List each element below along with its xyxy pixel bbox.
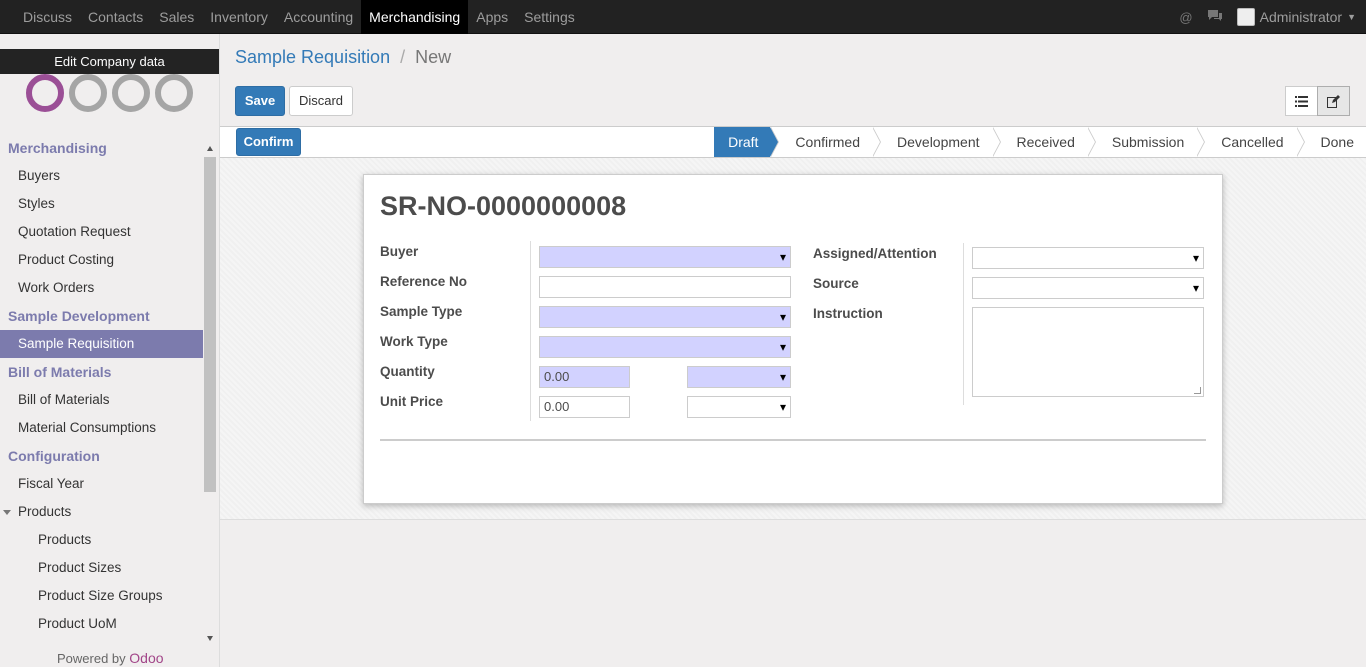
main-content: Sample Requisition / New Save Discard Co…	[220, 34, 1366, 667]
list-view-button[interactable]	[1285, 86, 1318, 116]
instruction-textarea[interactable]	[972, 307, 1204, 397]
breadcrumb: Sample Requisition / New	[235, 47, 451, 68]
menu-settings[interactable]: Settings	[516, 0, 583, 34]
section-sample-development: Sample Development	[8, 308, 150, 324]
user-name[interactable]: Administrator	[1260, 9, 1342, 25]
form-background: SR-NO-0000000008 Buyer Reference No Samp…	[220, 158, 1366, 520]
assigned-attention-select[interactable]	[972, 247, 1204, 269]
currency-select[interactable]	[687, 396, 791, 418]
sidebar-item-material-consumptions[interactable]: Material Consumptions	[0, 414, 203, 442]
work-type-select[interactable]	[539, 336, 791, 358]
menu-apps[interactable]: Apps	[468, 0, 516, 34]
source-select[interactable]	[972, 277, 1204, 299]
quantity-input[interactable]: 0.00	[539, 366, 630, 388]
sidebar-item-label: Products	[18, 504, 72, 519]
reference-no-label: Reference No	[380, 274, 468, 289]
instruction-label: Instruction	[813, 306, 883, 321]
reference-no-input[interactable]	[539, 276, 791, 298]
scroll-thumb[interactable]	[204, 157, 216, 492]
discard-button[interactable]: Discard	[289, 86, 353, 116]
expand-icon[interactable]	[3, 509, 11, 515]
powered-by-brand[interactable]: Odoo	[129, 650, 163, 666]
right-group-divider	[963, 243, 964, 405]
sidebar-item-sample-requisition[interactable]: Sample Requisition	[0, 330, 203, 358]
sidebar-item-quotation-request[interactable]: Quotation Request	[0, 218, 203, 246]
at-icon[interactable]: @	[1179, 10, 1192, 25]
confirm-button[interactable]: Confirm	[236, 128, 301, 156]
sidebar-item-styles[interactable]: Styles	[0, 190, 203, 218]
assigned-attention-label: Assigned/Attention	[813, 246, 937, 261]
section-bill-of-materials: Bill of Materials	[8, 364, 112, 380]
form-sheet: SR-NO-0000000008 Buyer Reference No Samp…	[363, 174, 1223, 504]
sample-type-label: Sample Type	[380, 304, 463, 319]
breadcrumb-current: New	[415, 47, 452, 67]
odoo-logo	[26, 74, 194, 112]
user-area: @ Administrator ▼	[1179, 0, 1356, 34]
breadcrumb-separator: /	[400, 47, 406, 67]
edit-company-button[interactable]: Edit Company data	[0, 49, 219, 74]
sidebar-item-product-costing[interactable]: Product Costing	[0, 246, 203, 274]
buyer-select[interactable]	[539, 246, 791, 268]
sidebar-item-product-size-groups[interactable]: Product Size Groups	[0, 582, 203, 610]
sidebar: Edit Company data Merchandising Buyers S…	[0, 34, 220, 667]
scroll-up-icon[interactable]	[207, 146, 213, 151]
chat-icon[interactable]	[1207, 9, 1223, 25]
stage-received[interactable]: Received	[991, 127, 1097, 157]
scroll-down-icon[interactable]	[207, 636, 213, 641]
unit-price-label: Unit Price	[380, 394, 444, 409]
top-navbar: Discuss Contacts Sales Inventory Account…	[0, 0, 1366, 34]
list-icon	[1295, 95, 1308, 107]
sidebar-item-work-orders[interactable]: Work Orders	[0, 274, 203, 302]
stage-confirmed[interactable]: Confirmed	[770, 127, 881, 157]
left-group-divider	[530, 241, 531, 421]
stage-pipeline: Draft Confirmed Development Received Sub…	[714, 127, 1366, 157]
sample-type-select[interactable]	[539, 306, 791, 328]
stage-cancelled[interactable]: Cancelled	[1196, 127, 1305, 157]
menu-sales[interactable]: Sales	[151, 0, 202, 34]
view-switcher	[1285, 86, 1350, 116]
unit-price-input[interactable]: 0.00	[539, 396, 630, 418]
menu-merchandising[interactable]: Merchandising	[361, 0, 469, 34]
menu-inventory[interactable]: Inventory	[202, 0, 276, 34]
chevron-down-icon[interactable]: ▼	[1347, 12, 1356, 22]
buyer-label: Buyer	[380, 244, 419, 259]
powered-by: Powered by Odoo	[57, 650, 164, 666]
quantity-label: Quantity	[380, 364, 435, 379]
source-label: Source	[813, 276, 859, 291]
menu-accounting[interactable]: Accounting	[276, 0, 361, 34]
save-button[interactable]: Save	[235, 86, 285, 116]
stage-development[interactable]: Development	[872, 127, 1000, 157]
sidebar-item-products[interactable]: Products	[0, 526, 203, 554]
menu-contacts[interactable]: Contacts	[80, 0, 151, 34]
menu-discuss[interactable]: Discuss	[15, 0, 80, 34]
avatar[interactable]	[1236, 8, 1255, 26]
sidebar-item-bill-of-materials[interactable]: Bill of Materials	[0, 386, 203, 414]
section-merchandising: Merchandising	[8, 140, 107, 156]
stage-submission[interactable]: Submission	[1086, 127, 1206, 157]
sidebar-item-buyers[interactable]: Buyers	[0, 162, 203, 190]
breadcrumb-parent[interactable]: Sample Requisition	[235, 47, 390, 67]
status-bar: Confirm Draft Confirmed Development Rece…	[220, 126, 1366, 158]
sidebar-item-fiscal-year[interactable]: Fiscal Year	[0, 470, 203, 498]
work-type-label: Work Type	[380, 334, 448, 349]
record-title: SR-NO-0000000008	[380, 191, 627, 221]
section-configuration: Configuration	[8, 448, 100, 464]
sidebar-item-product-uom[interactable]: Product UoM	[0, 610, 203, 638]
powered-by-prefix: Powered by	[57, 651, 126, 666]
quantity-uom-select[interactable]	[687, 366, 791, 388]
sidebar-item-products-group[interactable]: Products	[0, 498, 203, 526]
sidebar-menu: Merchandising Buyers Styles Quotation Re…	[0, 134, 203, 638]
sidebar-scrollbar[interactable]	[203, 142, 217, 642]
form-separator	[380, 439, 1206, 441]
stage-draft[interactable]: Draft	[714, 127, 780, 157]
form-view-button[interactable]	[1317, 86, 1350, 116]
stage-done[interactable]: Done	[1295, 127, 1366, 157]
edit-icon	[1327, 94, 1340, 108]
sidebar-item-product-sizes[interactable]: Product Sizes	[0, 554, 203, 582]
app-menu: Discuss Contacts Sales Inventory Account…	[15, 0, 583, 34]
